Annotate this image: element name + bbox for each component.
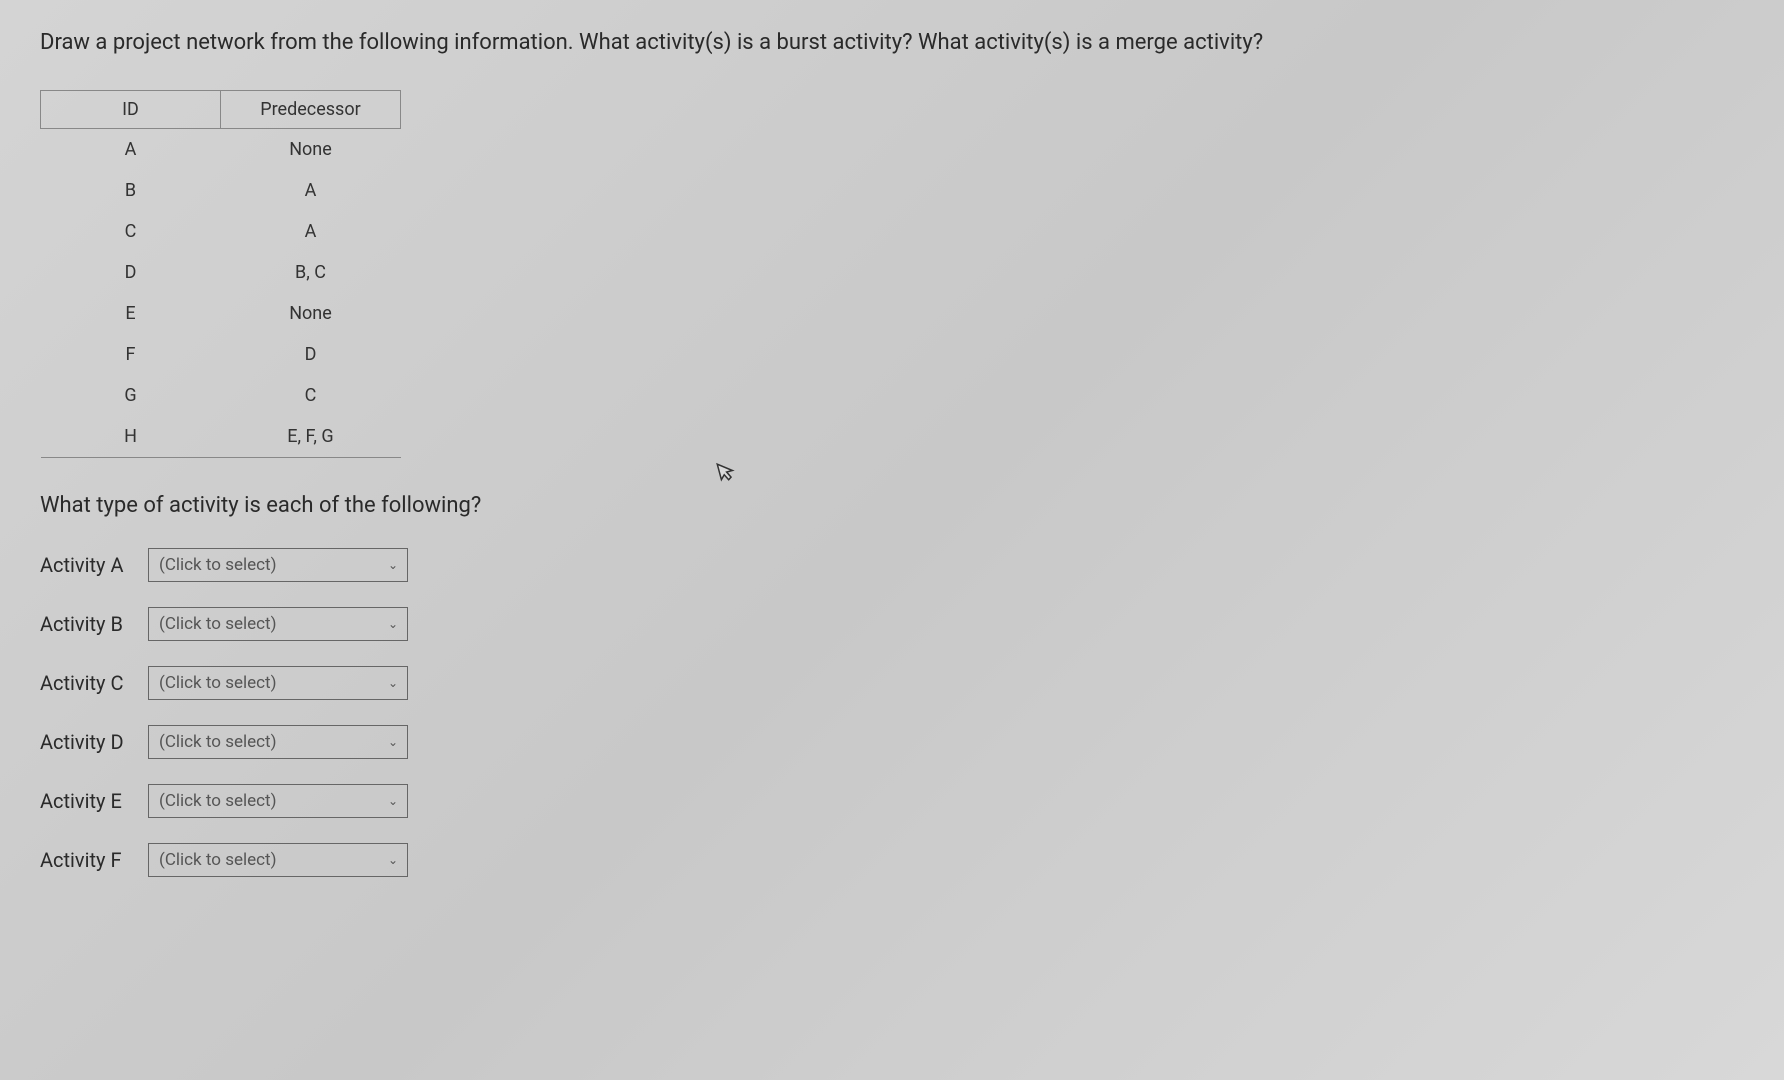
activity-label: Activity B	[40, 612, 140, 636]
cell-id: H	[41, 416, 221, 458]
activity-e-select[interactable]: (Click to select)	[148, 784, 408, 818]
cell-id: F	[41, 334, 221, 375]
cell-id: B	[41, 170, 221, 211]
table-row: D B, C	[41, 252, 401, 293]
cell-predecessor: A	[221, 211, 401, 252]
question-text: Draw a project network from the followin…	[40, 30, 1744, 55]
activity-label: Activity F	[40, 848, 140, 872]
sub-question-text: What type of activity is each of the fol…	[40, 493, 1744, 518]
cell-id: D	[41, 252, 221, 293]
activity-d-select[interactable]: (Click to select)	[148, 725, 408, 759]
activity-label: Activity E	[40, 789, 140, 813]
cursor-icon	[715, 458, 739, 489]
cell-id: G	[41, 375, 221, 416]
table-header-predecessor: Predecessor	[221, 91, 401, 129]
cell-id: C	[41, 211, 221, 252]
activity-row-f: Activity F (Click to select) ⌄	[40, 843, 1744, 877]
predecessor-table: ID Predecessor A None B A C A D B, C E N…	[40, 90, 401, 458]
cell-predecessor: D	[221, 334, 401, 375]
cell-predecessor: None	[221, 293, 401, 334]
cell-id: A	[41, 129, 221, 171]
table-row: F D	[41, 334, 401, 375]
cell-predecessor: B, C	[221, 252, 401, 293]
cell-predecessor: C	[221, 375, 401, 416]
table-header-id: ID	[41, 91, 221, 129]
table-row: A None	[41, 129, 401, 171]
table-row: B A	[41, 170, 401, 211]
cell-id: E	[41, 293, 221, 334]
activity-c-select[interactable]: (Click to select)	[148, 666, 408, 700]
activity-row-a: Activity A (Click to select) ⌄	[40, 548, 1744, 582]
cell-predecessor: None	[221, 129, 401, 171]
cell-predecessor: E, F, G	[221, 416, 401, 458]
activity-row-d: Activity D (Click to select) ⌄	[40, 725, 1744, 759]
activity-row-c: Activity C (Click to select) ⌄	[40, 666, 1744, 700]
activity-label: Activity D	[40, 730, 140, 754]
activity-label: Activity C	[40, 671, 140, 695]
table-row: C A	[41, 211, 401, 252]
table-row: E None	[41, 293, 401, 334]
activity-row-e: Activity E (Click to select) ⌄	[40, 784, 1744, 818]
activity-b-select[interactable]: (Click to select)	[148, 607, 408, 641]
table-row: G C	[41, 375, 401, 416]
activity-f-select[interactable]: (Click to select)	[148, 843, 408, 877]
activity-row-b: Activity B (Click to select) ⌄	[40, 607, 1744, 641]
cell-predecessor: A	[221, 170, 401, 211]
activity-a-select[interactable]: (Click to select)	[148, 548, 408, 582]
table-row: H E, F, G	[41, 416, 401, 458]
activity-label: Activity A	[40, 553, 140, 577]
